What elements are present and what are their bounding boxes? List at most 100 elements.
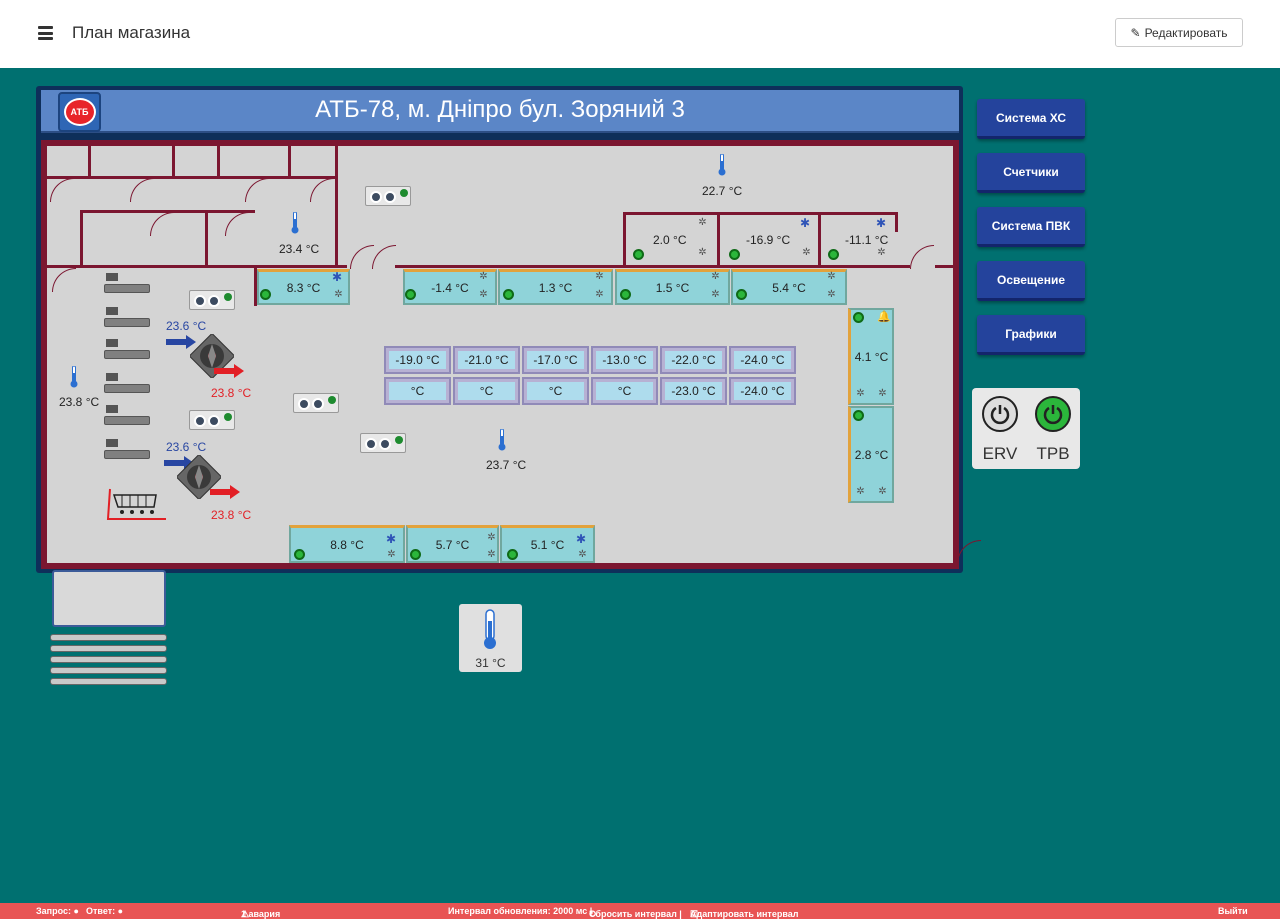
fridge-temp: 5.7 °C [435,537,470,552]
snowflake-icon: ✱ [386,532,397,546]
room-temp-office: 23.4 °C [279,242,320,256]
freezer-case[interactable]: -24.0 °C [729,346,796,374]
ahu-exhaust-temp: 23.8 °C [211,508,252,522]
wall [623,212,898,215]
trv-label: TPB [1036,444,1070,463]
fridge-temp: 5.1 °C [530,537,565,552]
wall [172,145,175,178]
status-ok-icon [294,549,305,560]
cold-room-temp[interactable]: 2.0 °C [653,233,686,247]
page-title: План магазина [72,23,191,42]
freezer-case[interactable]: -23.0 °C [660,377,727,405]
freezer-case[interactable]: -22.0 °C [660,346,727,374]
condenser-unit-icon[interactable] [189,410,235,430]
fan-icon: ✲ [877,247,886,258]
logout-link[interactable]: Выйти [1218,906,1248,916]
erv-power-button[interactable] [982,396,1018,432]
fridge-temp: 2.8 °C [854,447,889,462]
fan-icon: ✲ [856,388,865,399]
fan-icon: ✲ [595,271,604,282]
freezer-case[interactable]: °C [522,377,589,405]
checkout-counter-icon [106,339,118,347]
fan-icon: ✲ [878,486,887,497]
status-ok-icon [410,549,421,560]
checkout-counter-icon [106,405,118,413]
power-icon [990,405,1010,425]
status-ok-icon [853,410,864,421]
checkout-counter-icon [104,450,150,459]
fan-icon: ✲ [711,271,720,282]
freezer-case[interactable]: -21.0 °C [453,346,520,374]
freezer-case[interactable]: °C [384,377,451,405]
wall [80,210,83,267]
freezer-temp: -13.0 °C [596,351,653,369]
status-ok-icon [620,289,631,300]
ahu-intake-temp: 23.6 °C [166,319,207,333]
checkout-counter-icon [104,350,150,359]
condenser-unit-icon[interactable] [365,186,411,206]
radiator-pipe [50,656,167,663]
freezer-case[interactable]: -19.0 °C [384,346,451,374]
freezer-case[interactable]: -24.0 °C [729,377,796,405]
thermometer-icon [498,429,506,451]
status-ok-icon [828,249,839,260]
air-exhaust-arrow-icon [214,364,244,378]
fridge-temp: 8.8 °C [330,537,364,552]
wall [818,212,821,267]
edit-button[interactable]: ✎ Редактировать [1115,18,1243,47]
freezer-temp: °C [527,382,584,400]
request-status: Запрос: ● [36,906,79,916]
freezer-case[interactable]: °C [591,377,658,405]
cold-room-temp[interactable]: -11.1 °C [845,233,888,247]
fridge-temp: -1.4 °C [431,280,469,295]
cold-room-temp[interactable]: -16.9 °C [746,233,790,247]
room-temp-back: 22.7 °C [702,184,743,198]
meters-button[interactable]: Счетчики [977,153,1085,193]
fan-icon: ✲ [479,289,488,300]
freezer-temp: -21.0 °C [458,351,515,369]
status-bar: Запрос: ● Ответ: ● ⚠ 1 авария Интервал о… [0,903,1280,919]
status-ok-icon [736,289,747,300]
trv-power-button[interactable] [1035,396,1071,432]
outdoor-temp-panel[interactable]: 31 °C [459,604,522,672]
radiator-pipe [50,634,167,641]
wall [288,145,291,178]
fan-icon: ✲ [479,271,488,282]
condenser-unit-icon[interactable] [293,393,339,413]
fridge-temp: 1.5 °C [655,280,690,295]
fridge-temp: 5.4 °C [772,280,806,295]
fan-icon: ✲ [387,549,396,560]
air-exhaust-arrow-icon [210,485,240,499]
condenser-unit-icon[interactable] [360,433,406,453]
edit-button-label: Редактировать [1144,25,1228,40]
condenser-unit-icon[interactable] [189,290,235,310]
ahu-intake-temp: 23.6 °C [166,440,207,454]
freezer-case[interactable]: -13.0 °C [591,346,658,374]
lighting-button[interactable]: Освещение [977,261,1085,301]
wall [47,265,347,268]
radiator-pipe [50,667,167,674]
charts-button[interactable]: Графики [977,315,1085,355]
wall [335,145,338,265]
freezer-case[interactable]: -17.0 °C [522,346,589,374]
refrigeration-system-button[interactable]: Система ХС [977,99,1085,139]
freezer-temp: °C [596,382,653,400]
hvac-system-button[interactable]: Система ПВК [977,207,1085,247]
wall [623,212,626,267]
wall [895,212,898,232]
response-status: Ответ: ● [86,906,124,916]
room-temp-left: 23.8 °C [59,395,100,409]
power-icon [1043,405,1063,425]
menu-icon[interactable] [38,26,53,40]
fan-icon: ✲ [698,247,707,258]
fridge-temp: 1.3 °C [538,280,573,295]
snowflake-icon: ✱ [876,216,887,230]
alarm-bell-icon: 🔔 [877,311,891,323]
fan-icon: ✲ [334,289,343,300]
fridge-temp: 8.3 °C [286,280,321,295]
shopping-cart-icon [106,488,166,520]
checkout-counter-icon [106,439,118,447]
freezer-temp: -22.0 °C [665,351,722,369]
freezer-case[interactable]: °C [453,377,520,405]
adapt-interval-label: Адаптировать интервал [690,909,799,919]
